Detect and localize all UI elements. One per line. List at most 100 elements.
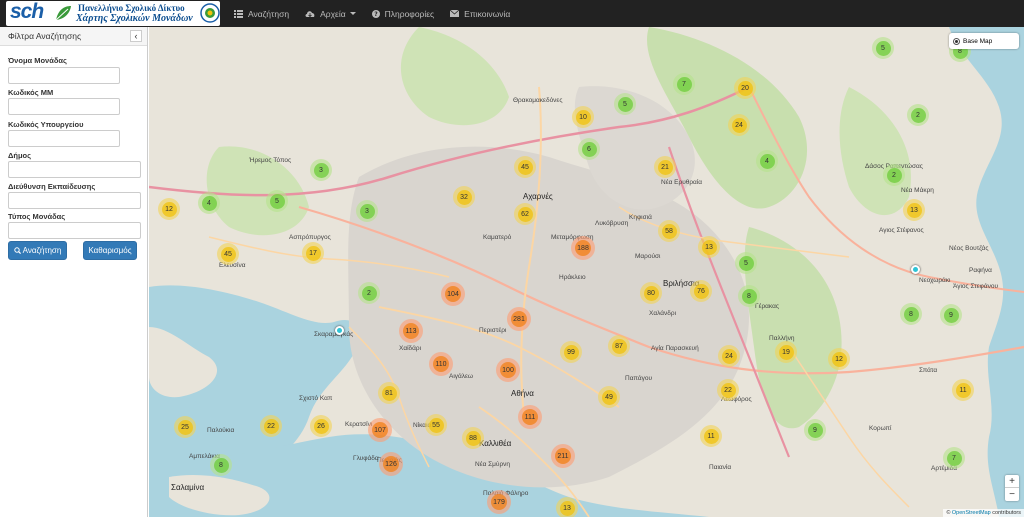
unit-type-select[interactable] (8, 222, 141, 239)
school-cluster-marker[interactable]: 62 (514, 203, 536, 225)
school-cluster-marker[interactable]: 6 (578, 138, 600, 160)
nav-contact[interactable]: Επικοινωνία (442, 0, 518, 27)
school-cluster-marker[interactable]: 179 (487, 490, 511, 514)
place-label: Νέος Βουτζάς (949, 245, 989, 252)
school-cluster-marker[interactable]: 87 (608, 335, 630, 357)
zoom-out-button[interactable]: − (1005, 488, 1019, 501)
school-cluster-marker[interactable]: 12 (158, 198, 180, 220)
school-cluster-marker[interactable]: 9 (940, 304, 962, 326)
nav-info[interactable]: ? Πληροφορίες (364, 0, 443, 27)
school-cluster-marker[interactable]: 113 (399, 319, 423, 343)
school-cluster-marker[interactable]: 4 (756, 150, 778, 172)
school-cluster-marker[interactable]: 11 (952, 379, 974, 401)
filter-sidebar: Φίλτρα Αναζήτησης ‹ Όνομα Μονάδας Κωδικό… (0, 27, 148, 517)
mm-code-input[interactable] (8, 98, 120, 115)
school-cluster-marker[interactable]: 99 (560, 341, 582, 363)
school-cluster-marker[interactable]: 8 (900, 303, 922, 325)
zoom-in-button[interactable]: + (1005, 475, 1019, 488)
school-cluster-marker[interactable]: 5 (872, 37, 894, 59)
cluster-count: 126 (383, 456, 399, 472)
top-navbar: sch Πανελλήνιο Σχολικό Δίκτυο Χάρτης Σχο… (0, 0, 1024, 27)
school-cluster-marker[interactable]: 80 (640, 282, 662, 304)
school-cluster-marker[interactable]: 2 (358, 282, 380, 304)
school-cluster-marker[interactable]: 5 (266, 190, 288, 212)
school-cluster-marker[interactable]: 126 (379, 452, 403, 476)
school-cluster-marker[interactable]: 7 (943, 447, 965, 469)
place-label: Αιγάλεω (449, 373, 474, 380)
school-cluster-marker[interactable]: 5 (735, 252, 757, 274)
cluster-count: 12 (831, 351, 847, 367)
school-cluster-marker[interactable]: 45 (217, 243, 239, 265)
school-cluster-marker[interactable]: 81 (378, 382, 400, 404)
school-cluster-marker[interactable]: 9 (804, 419, 826, 441)
school-cluster-marker[interactable]: 58 (658, 220, 680, 242)
radio-icon[interactable] (953, 37, 960, 45)
cluster-count: 104 (445, 286, 461, 302)
school-cluster-marker[interactable]: 3 (310, 159, 332, 181)
edu-directorate-select[interactable] (8, 192, 141, 209)
school-marker-icon[interactable] (335, 326, 344, 335)
osm-link[interactable]: OpenStreetMap (952, 510, 991, 516)
school-cluster-marker[interactable]: 13 (698, 236, 720, 258)
school-cluster-marker[interactable]: 281 (507, 307, 531, 331)
school-cluster-marker[interactable]: 10 (572, 106, 594, 128)
search-button[interactable]: Αναζήτηση (8, 241, 67, 260)
layer-control[interactable]: Base Map (949, 33, 1019, 49)
school-cluster-marker[interactable]: 19 (775, 341, 797, 363)
school-cluster-marker[interactable]: 100 (496, 358, 520, 382)
cluster-count: 17 (305, 245, 321, 261)
school-cluster-marker[interactable]: 12 (828, 348, 850, 370)
school-cluster-marker[interactable]: 211 (551, 444, 575, 468)
place-label: Ηράκλειο (559, 274, 586, 281)
school-cluster-marker[interactable]: 22 (260, 415, 282, 437)
place-label: Γλυφάδα (353, 455, 379, 462)
cloud-download-icon (305, 10, 315, 17)
school-cluster-marker[interactable]: 5 (614, 93, 636, 115)
school-cluster-marker[interactable]: 45 (514, 156, 536, 178)
nav-files[interactable]: Αρχεία (297, 0, 364, 27)
school-cluster-marker[interactable]: 13 (556, 497, 578, 517)
ministry-code-input[interactable] (8, 130, 120, 147)
school-cluster-marker[interactable]: 55 (425, 414, 447, 436)
school-cluster-marker[interactable]: 110 (429, 352, 453, 376)
nav-search[interactable]: Αναζήτηση (226, 0, 297, 27)
school-cluster-marker[interactable]: 7 (673, 73, 695, 95)
school-cluster-marker[interactable]: 26 (310, 415, 332, 437)
school-cluster-marker[interactable]: 22 (717, 379, 739, 401)
sidebar-title: Φίλτρα Αναζήτησης (8, 31, 82, 41)
collapse-sidebar-button[interactable]: ‹ (130, 30, 142, 42)
school-cluster-marker[interactable]: 21 (654, 156, 676, 178)
school-cluster-marker[interactable]: 11 (700, 425, 722, 447)
school-cluster-marker[interactable]: 107 (368, 418, 392, 442)
school-cluster-marker[interactable]: 49 (598, 386, 620, 408)
school-marker-icon[interactable] (911, 265, 920, 274)
map-view[interactable]: Θρακομακεδόνες Ήρεμος Τόπος Αχαρνές Ασπρόπυ… (149, 27, 1024, 517)
school-cluster-marker[interactable]: 2 (907, 104, 929, 126)
school-cluster-marker[interactable]: 2 (883, 164, 905, 186)
school-cluster-marker[interactable]: 111 (518, 405, 542, 429)
school-cluster-marker[interactable]: 20 (734, 77, 756, 99)
school-cluster-marker[interactable]: 8 (210, 454, 232, 476)
cluster-count: 8 (213, 457, 229, 473)
school-cluster-marker[interactable]: 188 (571, 236, 595, 260)
school-cluster-marker[interactable]: 88 (462, 427, 484, 449)
school-cluster-marker[interactable]: 25 (174, 416, 196, 438)
school-cluster-marker[interactable]: 104 (441, 282, 465, 306)
school-cluster-marker[interactable]: 76 (690, 280, 712, 302)
school-cluster-marker[interactable]: 32 (453, 186, 475, 208)
reset-button[interactable]: Καθαρισμός (83, 241, 137, 260)
place-label: Χαλάνδρι (649, 310, 677, 317)
school-cluster-marker[interactable]: 8 (738, 285, 760, 307)
search-button-label: Αναζήτηση (22, 246, 62, 255)
school-cluster-marker[interactable]: 24 (728, 114, 750, 136)
school-cluster-marker[interactable]: 13 (903, 199, 925, 221)
school-cluster-marker[interactable]: 24 (718, 345, 740, 367)
school-cluster-marker[interactable]: 4 (198, 192, 220, 214)
school-cluster-marker[interactable]: 17 (302, 242, 324, 264)
cluster-count: 9 (807, 422, 823, 438)
school-cluster-marker[interactable]: 3 (356, 200, 378, 222)
site-logo[interactable]: sch Πανελλήνιο Σχολικό Δίκτυο Χάρτης Σχο… (6, 1, 220, 26)
place-label: Καλλιθέα (479, 439, 512, 448)
municipality-select[interactable] (8, 161, 141, 178)
unit-name-input[interactable] (8, 67, 120, 84)
